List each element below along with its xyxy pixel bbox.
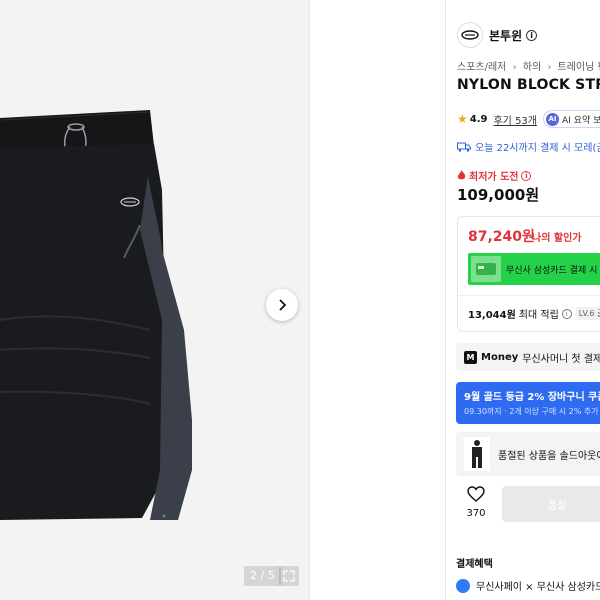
card-promo-text: 무신사 삼성카드 결제 시 bbox=[506, 265, 598, 276]
next-image-button[interactable] bbox=[266, 289, 298, 321]
breadcrumb-item[interactable]: 트레이닝 팬 bbox=[558, 62, 600, 73]
brand-logo bbox=[457, 22, 483, 48]
chevron-right-icon: › bbox=[512, 62, 517, 73]
breadcrumb-item[interactable]: 하의 bbox=[523, 62, 541, 73]
heart-icon bbox=[467, 486, 485, 502]
sale-price-label: 나의 할인가 bbox=[532, 233, 582, 244]
points-row: 13,044원 최대 적립 i LV.6 골드 bbox=[468, 306, 600, 321]
like-button[interactable]: 370 bbox=[460, 486, 492, 519]
product-thumbnail bbox=[464, 437, 490, 471]
person-figure-icon bbox=[472, 440, 482, 468]
money-text: 무신사머니 첫 결제 시 bbox=[522, 353, 600, 365]
pay-logo-icon bbox=[456, 578, 470, 593]
ai-summary-button[interactable]: AI AI 요약 보기 bbox=[543, 110, 600, 128]
points-amount: 13,044원 bbox=[468, 310, 516, 321]
discount-box: 87,240원 나의 할인가 무신사 삼성카드 결제 시 13,044원 최대 … bbox=[457, 216, 600, 332]
lowest-price-challenge: 최저가 도전 i bbox=[457, 168, 532, 183]
star-icon: ★ bbox=[457, 112, 468, 126]
info-icon[interactable]: i bbox=[526, 29, 538, 41]
flame-icon bbox=[457, 170, 466, 180]
rating-value: 4.9 bbox=[469, 113, 488, 125]
payment-benefits-title: 결제혜택 bbox=[456, 559, 493, 570]
info-icon[interactable]: i bbox=[521, 170, 532, 181]
product-title: NYLON BLOCK STRIN bbox=[457, 77, 600, 93]
card-promo-banner[interactable]: 무신사 삼성카드 결제 시 bbox=[468, 253, 600, 285]
rating-row: ★ 4.9 후기 53개 AI AI 요약 보기 bbox=[457, 110, 600, 128]
breadcrumb-item[interactable]: 스포츠/레저 bbox=[457, 62, 506, 73]
soldout-button[interactable]: 품절 bbox=[502, 486, 600, 522]
truck-icon bbox=[457, 142, 471, 152]
product-image bbox=[0, 110, 192, 520]
card-icon bbox=[476, 263, 496, 275]
coupon-banner[interactable]: 9월 골드 등급 2% 장바구니 쿠폰 09.30까지 · 2개 이상 구매 시… bbox=[456, 382, 600, 424]
reviews-link[interactable]: 후기 53개 bbox=[493, 112, 537, 127]
expand-image-button[interactable] bbox=[279, 566, 299, 586]
like-count: 370 bbox=[466, 508, 486, 519]
payment-benefit-text: 무신사페이 × 무신사 삼성카드 bbox=[476, 582, 600, 593]
delivery-text: 오늘 22시까지 결제 시 모레(금 bbox=[475, 143, 600, 154]
original-price: 109,000원 bbox=[457, 186, 540, 204]
brand-name[interactable]: 본투윈 bbox=[489, 27, 522, 44]
member-level-badge: LV.6 골드 bbox=[575, 307, 600, 320]
product-gallery: 2 / 5 bbox=[0, 0, 310, 600]
soldout-text: 품절된 상품을 솔드아웃에서 bbox=[498, 450, 600, 462]
ai-icon: AI bbox=[546, 112, 559, 126]
breadcrumb: 스포츠/레저 › 하의 › 트레이닝 팬 bbox=[457, 58, 600, 73]
info-icon[interactable]: i bbox=[561, 308, 572, 319]
expand-icon bbox=[283, 570, 295, 582]
ai-summary-label: AI 요약 보기 bbox=[562, 115, 600, 126]
brand-row[interactable]: 본투윈 i bbox=[457, 22, 538, 48]
coupon-title: 9월 골드 등급 2% 장바구니 쿠폰 bbox=[464, 392, 600, 403]
money-logo-icon: M bbox=[464, 350, 477, 364]
musinsa-money-promo[interactable]: M Money 무신사머니 첫 결제 시 bbox=[456, 343, 600, 371]
chevron-right-icon: › bbox=[547, 62, 552, 73]
brand-logo-icon bbox=[461, 30, 479, 40]
chevron-right-icon bbox=[279, 299, 287, 311]
coupon-subtitle: 09.30까지 · 2개 이상 구매 시 2% 추가 bbox=[464, 407, 599, 416]
points-label: 최대 적립 bbox=[518, 310, 559, 321]
sale-price: 87,240원 bbox=[468, 229, 535, 245]
image-pager: 2 / 5 bbox=[244, 566, 281, 586]
money-brand: Money bbox=[481, 351, 519, 363]
payment-benefit-row[interactable]: 무신사페이 × 무신사 삼성카드 bbox=[456, 578, 600, 593]
delivery-info: 오늘 22시까지 결제 시 모레(금 bbox=[457, 139, 600, 154]
card-image bbox=[471, 256, 501, 282]
soldout-promo[interactable]: 품절된 상품을 솔드아웃에서 bbox=[456, 432, 600, 476]
lowest-price-label: 최저가 도전 bbox=[469, 172, 519, 183]
